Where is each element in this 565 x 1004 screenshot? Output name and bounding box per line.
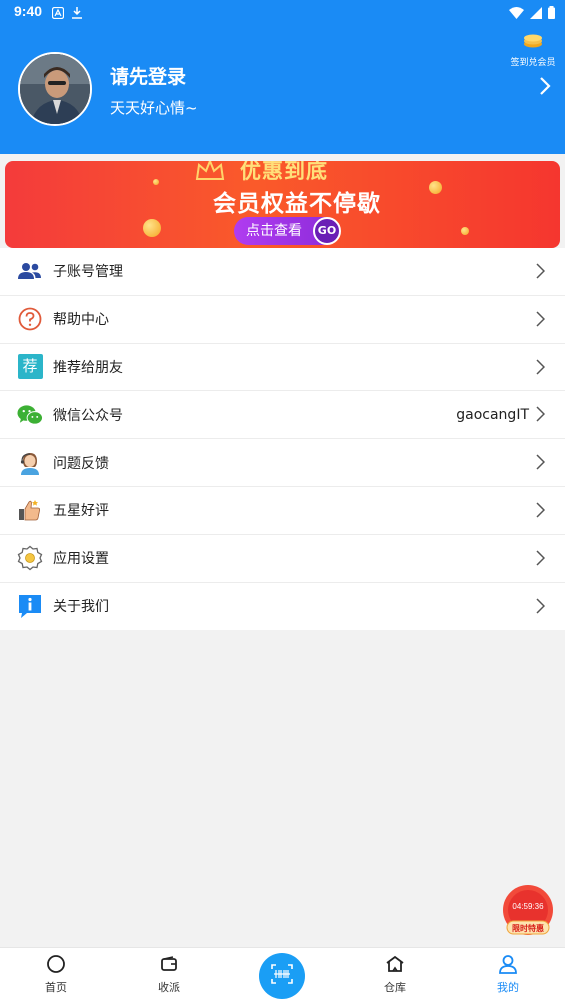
profile-motto: 天天好心情~ (110, 99, 198, 117)
chevron-right-icon (536, 406, 546, 426)
menu-item-label: 子账号管理 (53, 264, 123, 281)
banner-headline: 优惠到底 (240, 161, 328, 183)
menu-item-wechat[interactable]: 微信公众号 gaocangIT (0, 391, 565, 440)
nav-warehouse[interactable]: 仓库 (365, 954, 425, 995)
thumbs-up-icon (17, 497, 43, 523)
banner-button-label: 点击查看 (246, 223, 302, 239)
chevron-right-icon (536, 311, 546, 331)
settings-menu: 子账号管理 帮助中心 荐 推荐给朋友 微信公众号 gaocangIT 问题反馈 (0, 248, 565, 631)
menu-item-label: 微信公众号 (53, 407, 123, 424)
wallet-icon (159, 956, 179, 977)
battery-icon (548, 4, 555, 23)
status-bar: 9:40 (0, 0, 565, 24)
bottom-nav: 首页 收派 仓库 我的 (0, 947, 565, 1004)
notification-a-icon (51, 4, 65, 23)
help-icon (17, 306, 43, 332)
recommend-icon-glyph: 荐 (17, 354, 43, 380)
avatar[interactable] (18, 52, 92, 126)
menu-item-recommend[interactable]: 荐 推荐给朋友 (0, 344, 565, 392)
menu-item-about[interactable]: 关于我们 (0, 583, 565, 631)
login-prompt[interactable]: 请先登录 (110, 62, 186, 89)
chevron-right-icon (536, 359, 546, 379)
coin-decoration (153, 179, 159, 185)
menu-item-app-settings[interactable]: 应用设置 (0, 535, 565, 583)
nav-home[interactable]: 首页 (26, 954, 86, 995)
nav-profile[interactable]: 我的 (478, 954, 538, 995)
coin-stack-icon (507, 34, 559, 51)
feedback-icon (17, 450, 43, 476)
chevron-right-icon (536, 550, 546, 570)
menu-item-label: 五星好评 (53, 503, 109, 520)
chevron-right-icon (536, 263, 546, 283)
home-circle-icon (46, 955, 66, 977)
scan-button[interactable] (259, 953, 305, 999)
signin-label: 签到兑会员 (510, 58, 556, 68)
menu-item-label: 推荐给朋友 (53, 359, 123, 376)
profile-header: 9:40 请先登录 天天好心情~ 签到兑会员 (0, 0, 565, 154)
wechat-account-value: gaocangIT (456, 406, 529, 423)
nav-label: 仓库 (384, 981, 406, 994)
recommend-icon: 荐 (17, 354, 43, 380)
menu-item-label: 问题反馈 (53, 455, 109, 472)
banner-subheadline: 会员权益不停歇 (213, 191, 381, 217)
menu-item-feedback[interactable]: 问题反馈 (0, 439, 565, 487)
nav-delivery[interactable]: 收派 (139, 954, 199, 995)
status-time: 9:40 (14, 3, 43, 19)
coin-decoration (461, 227, 469, 235)
limited-time-promo-button[interactable]: 04:59:36 限时特惠 (501, 884, 555, 938)
chevron-right-icon (536, 454, 546, 474)
promo-label: 限时特惠 (512, 924, 544, 933)
settings-icon (17, 545, 43, 571)
wifi-icon (509, 4, 524, 23)
scan-icon (271, 964, 293, 988)
menu-item-sub-account[interactable]: 子账号管理 (0, 248, 565, 296)
profile-icon (498, 955, 518, 977)
sub-account-icon (17, 258, 43, 284)
menu-item-label: 帮助中心 (53, 312, 109, 329)
wechat-icon (17, 402, 43, 428)
warehouse-icon (385, 955, 405, 977)
info-icon (17, 593, 43, 619)
promo-banner[interactable]: 优惠到底 会员权益不停歇 点击查看 GO (5, 161, 560, 248)
signin-reward-button[interactable]: 签到兑会员 (507, 34, 559, 68)
download-icon (71, 4, 83, 23)
chevron-right-icon (536, 502, 546, 522)
nav-label: 我的 (497, 981, 519, 994)
menu-item-help[interactable]: 帮助中心 (0, 296, 565, 344)
coin-decoration (429, 181, 442, 194)
nav-label: 收派 (158, 981, 180, 994)
banner-view-button[interactable]: 点击查看 GO (234, 217, 341, 245)
nav-label: 首页 (45, 981, 67, 994)
menu-item-label: 应用设置 (53, 551, 109, 568)
chevron-right-icon (536, 598, 546, 618)
chevron-right-icon[interactable] (539, 76, 551, 100)
menu-item-label: 关于我们 (53, 599, 109, 616)
promo-timer: 04:59:36 (512, 902, 544, 911)
menu-item-five-star[interactable]: 五星好评 (0, 487, 565, 535)
crown-icon (195, 161, 225, 185)
signal-icon (530, 4, 542, 23)
coin-decoration (143, 219, 161, 237)
banner-go-badge: GO (313, 217, 341, 245)
